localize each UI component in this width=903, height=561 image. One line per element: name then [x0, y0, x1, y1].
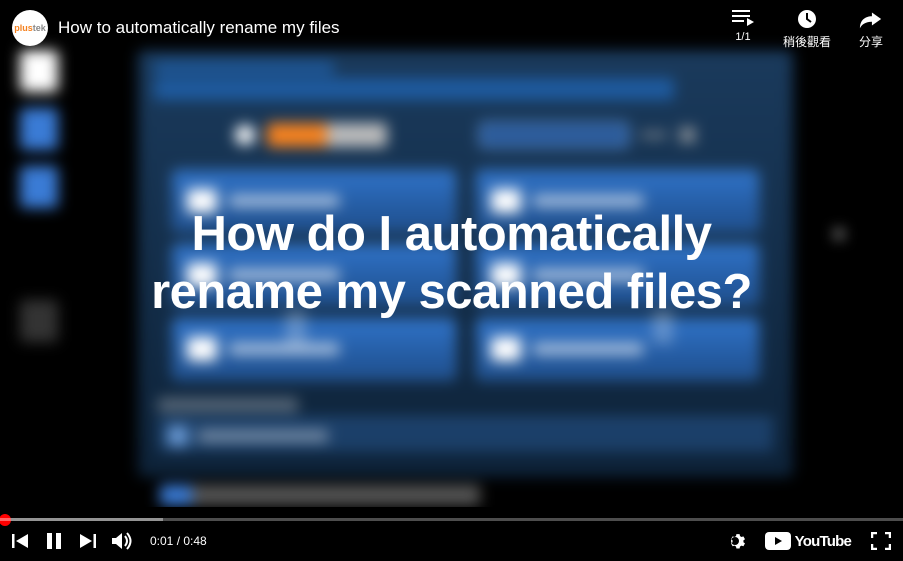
youtube-text: YouTube: [795, 533, 851, 550]
share-icon: [859, 7, 883, 31]
controls-left: 0:01 / 0:48: [12, 531, 207, 551]
player-controls: 0:01 / 0:48 YouTube: [0, 521, 903, 561]
share-button[interactable]: 分享: [859, 7, 883, 50]
logo-text-1: plus: [14, 23, 33, 33]
pause-button[interactable]: [46, 532, 62, 550]
watch-later-label: 稍後觀看: [783, 33, 831, 50]
watch-later-button[interactable]: 稍後觀看: [783, 7, 831, 50]
next-button[interactable]: [78, 532, 96, 550]
playlist-count: 1/1: [735, 31, 750, 43]
video-viewport[interactable]: How do I automatically rename my scanned…: [0, 0, 903, 507]
current-time: 0:01: [150, 534, 173, 548]
logo-text-2: tek: [33, 23, 46, 33]
playlist-icon: [731, 7, 755, 31]
video-header: plustek How to automatically rename my f…: [0, 0, 903, 56]
playlist-button[interactable]: 1/1: [731, 7, 755, 43]
volume-button[interactable]: [112, 531, 134, 551]
time-sep: /: [173, 534, 183, 548]
channel-avatar[interactable]: plustek: [12, 10, 48, 46]
youtube-logo-button[interactable]: YouTube: [765, 532, 851, 550]
settings-button[interactable]: [725, 531, 745, 551]
caption-line-2: rename my scanned files?: [151, 265, 752, 319]
duration: 0:48: [183, 534, 206, 548]
youtube-play-icon: [765, 532, 791, 550]
fullscreen-button[interactable]: [871, 532, 891, 550]
previous-button[interactable]: [12, 532, 30, 550]
video-player: How do I automatically rename my scanned…: [0, 0, 903, 561]
video-title[interactable]: How to automatically rename my files: [58, 18, 731, 38]
caption-line-1: How do I automatically: [192, 207, 712, 261]
time-display: 0:01 / 0:48: [150, 534, 207, 548]
video-caption-overlay: How do I automatically rename my scanned…: [0, 0, 903, 507]
controls-right: YouTube: [725, 531, 891, 551]
header-actions: 1/1 稍後觀看 分享: [731, 7, 883, 50]
clock-icon: [795, 7, 819, 31]
caption-text: How do I automatically rename my scanned…: [151, 206, 752, 322]
share-label: 分享: [859, 33, 883, 50]
